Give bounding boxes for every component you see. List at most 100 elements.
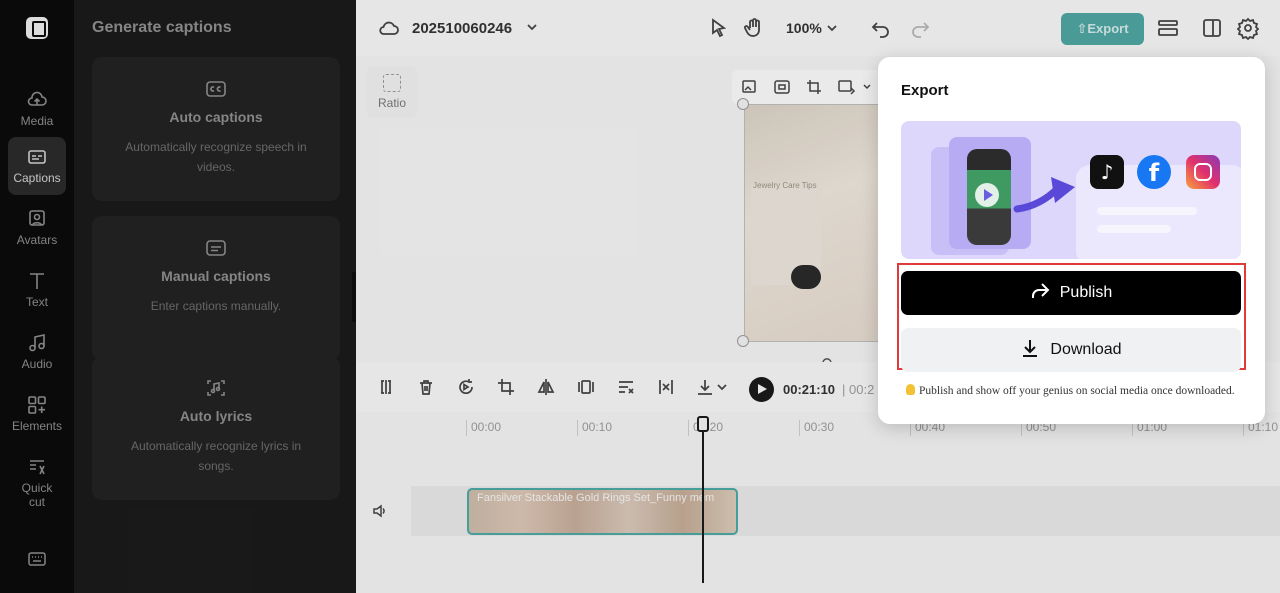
captions-panel: Generate captions Auto captions Automati… <box>74 0 356 593</box>
total-time-value: 00:2 <box>849 382 875 397</box>
quick-cut-icon <box>30 460 45 475</box>
publish-label: Publish <box>1059 284 1113 301</box>
nav-quick-cut[interactable]: Quick cut <box>8 447 66 517</box>
volume-icon[interactable] <box>372 503 388 519</box>
manual-captions-card[interactable]: Manual captions Enter captions manually. <box>92 216 340 360</box>
chevron-down-icon[interactable] <box>862 82 872 92</box>
cloud-upload-icon <box>27 91 47 106</box>
instagram-icon <box>1186 155 1220 189</box>
left-nav-rail: Media Captions Avatars Text Audio Elemen… <box>0 0 74 593</box>
layers-icon[interactable] <box>1156 16 1180 40</box>
total-time: | 00:2 <box>842 382 875 397</box>
playhead-line[interactable] <box>702 416 704 583</box>
avatar-icon <box>29 210 45 226</box>
flip-icon[interactable] <box>537 378 555 396</box>
resize-handle[interactable] <box>737 335 749 347</box>
canvas-toolbar <box>732 70 882 104</box>
music-note-icon <box>29 334 45 352</box>
nav-media[interactable]: Media <box>8 80 66 138</box>
preview-tag: Jewelry Care Tips <box>753 181 817 190</box>
text-icon <box>30 273 44 289</box>
play-button[interactable] <box>749 377 774 402</box>
zoom-level[interactable]: 100% <box>786 20 822 36</box>
select-pointer-icon[interactable] <box>706 16 730 40</box>
frame-icon[interactable] <box>774 79 790 95</box>
export-hint: Publish and show off your genius on soci… <box>906 384 1235 397</box>
ratio-button[interactable]: Ratio <box>366 66 418 118</box>
split-icon[interactable] <box>377 378 395 396</box>
ruler-tick: 00:30 <box>799 420 834 436</box>
nav-avatars[interactable]: Avatars <box>8 199 66 257</box>
manual-captions-title: Manual captions <box>161 268 271 284</box>
export-title: Export <box>901 82 949 99</box>
video-clip[interactable]: Fansilver Stackable Gold Rings Set_Funny… <box>467 488 738 535</box>
ruler-tick: 00:00 <box>466 420 501 436</box>
track-controls <box>356 486 411 536</box>
resize-handle[interactable] <box>737 98 749 110</box>
export-button-label: Export <box>1087 21 1129 36</box>
banner-play-icon <box>975 183 999 207</box>
nav-avatars-label: Avatars <box>16 233 58 247</box>
lyrics-icon <box>207 380 225 396</box>
freeze-frame-icon[interactable] <box>577 378 595 396</box>
publish-button[interactable]: Publish <box>901 271 1241 315</box>
replay-icon[interactable] <box>457 378 475 396</box>
replace-media-icon[interactable] <box>838 79 856 95</box>
undo-icon[interactable] <box>869 16 893 40</box>
banner-line <box>1097 207 1197 215</box>
auto-lyrics-title: Auto lyrics <box>179 408 253 424</box>
chevron-down-icon[interactable] <box>716 378 728 396</box>
nav-text[interactable]: Text <box>8 261 66 319</box>
editor-topbar: 202510060246 100% ⇧Export <box>356 0 1280 56</box>
settings-gear-icon[interactable] <box>1236 16 1260 40</box>
redo-icon[interactable] <box>908 16 932 40</box>
export-popover: Export ♪ f Publish Download Publish and … <box>878 57 1265 424</box>
auto-lyrics-desc: Automatically recognize lyrics in songs. <box>130 439 302 473</box>
split-panel-icon[interactable] <box>1200 16 1224 40</box>
nav-audio-label: Audio <box>21 357 53 371</box>
clip-title: Fansilver Stackable Gold Rings Set_Funny… <box>477 492 715 504</box>
facebook-icon: f <box>1137 155 1171 189</box>
hand-pan-icon[interactable] <box>742 16 766 40</box>
nav-quick-cut-label: Quick cut <box>21 481 53 509</box>
tiktok-icon: ♪ <box>1090 155 1124 189</box>
ruler-tick: 00:10 <box>577 420 612 436</box>
delete-icon[interactable] <box>417 378 435 396</box>
zoom-chevron-down-icon[interactable] <box>825 16 839 40</box>
adjust-icon[interactable] <box>617 378 635 396</box>
nav-captions-label: Captions <box>13 171 61 185</box>
cc-icon <box>206 81 226 97</box>
export-button[interactable]: ⇧Export <box>1061 13 1144 45</box>
nav-elements[interactable]: Elements <box>8 385 66 443</box>
auto-captions-desc: Automatically recognize speech in videos… <box>125 140 307 174</box>
keyboard-icon[interactable] <box>28 551 46 567</box>
export-hint-text: Publish and show off your genius on soci… <box>919 385 1235 397</box>
subtitle-icon <box>206 240 226 256</box>
download-icon <box>1023 339 1038 357</box>
nav-media-label: Media <box>20 114 54 128</box>
auto-captions-card[interactable]: Auto captions Automatically recognize sp… <box>92 57 340 201</box>
project-name[interactable]: 202510060246 <box>412 20 512 37</box>
banner-line <box>1097 225 1171 233</box>
download-icon[interactable] <box>696 378 714 396</box>
cloud-sync-icon[interactable] <box>378 18 400 38</box>
download-button[interactable]: Download <box>901 328 1241 372</box>
ratio-icon <box>383 74 401 92</box>
trim-icon[interactable] <box>657 378 675 396</box>
auto-lyrics-card[interactable]: Auto lyrics Automatically recognize lyri… <box>92 356 340 500</box>
current-time: 00:21:10 <box>783 382 836 397</box>
video-preview[interactable]: Jewelry Care Tips <box>744 104 894 342</box>
crop-icon[interactable] <box>497 378 515 396</box>
nav-captions[interactable]: Captions <box>8 137 66 195</box>
chevron-down-icon[interactable] <box>526 21 538 33</box>
image-edit-icon[interactable] <box>742 79 758 95</box>
elements-icon <box>28 396 46 414</box>
download-label: Download <box>1050 341 1122 358</box>
app-logo-icon[interactable] <box>26 17 48 39</box>
crop-icon[interactable] <box>806 79 822 95</box>
social-share-banner: ♪ f <box>901 121 1241 259</box>
lightbulb-icon <box>906 384 915 395</box>
manual-captions-desc: Enter captions manually. <box>150 299 282 313</box>
playhead-handle[interactable] <box>697 416 709 432</box>
nav-audio[interactable]: Audio <box>8 323 66 381</box>
